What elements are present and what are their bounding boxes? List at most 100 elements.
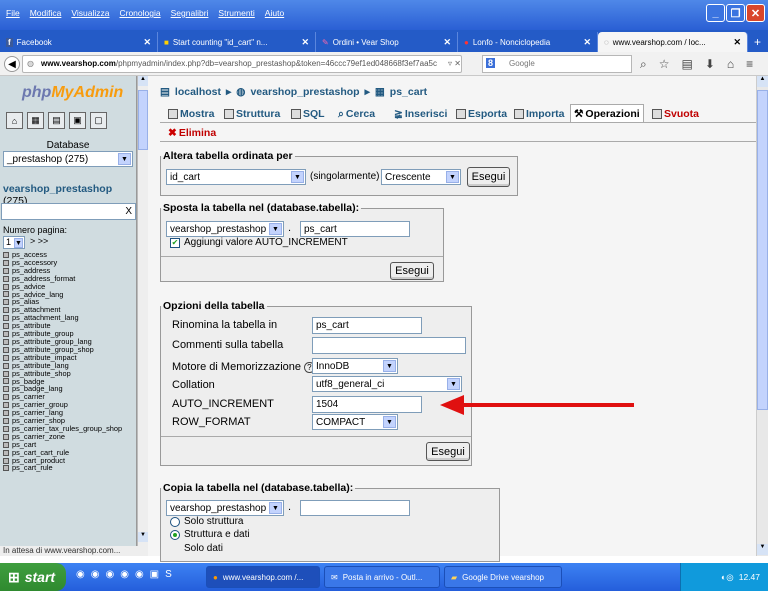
main-scrollbar[interactable]: ▲ ▼ <box>756 76 768 556</box>
search-icon[interactable]: ⌕ <box>640 57 647 72</box>
download-icon[interactable]: ⬇ <box>705 57 715 72</box>
table-icon <box>3 354 9 361</box>
quicklaunch-icon[interactable]: ◉ <box>135 569 144 580</box>
url-bar[interactable]: ◍ www.vearshop.com/phpmyadmin/index.php?… <box>22 55 462 73</box>
tray-icon[interactable]: ◐◎ <box>721 572 734 583</box>
rowformat-select[interactable]: COMPACT ▼ <box>312 414 398 430</box>
taskbar-item-outlook[interactable]: ✉ Posta in arrivo - Outl... <box>324 566 440 588</box>
docs-icon[interactable]: ▣ <box>69 112 86 129</box>
scroll-thumb[interactable] <box>138 90 148 150</box>
home-icon[interactable]: ⌂ <box>727 57 734 72</box>
order-direction-select[interactable]: Crescente ▼ <box>381 169 461 185</box>
radio-structure-only-label: Solo struttura <box>184 516 244 527</box>
url-dropdown-icon[interactable]: ▿ ✕ <box>448 59 461 68</box>
radio-structure-only[interactable] <box>170 517 180 527</box>
search-box[interactable]: 8 Google <box>482 55 632 73</box>
quicklaunch-icon[interactable]: S <box>165 569 172 580</box>
query-window-icon[interactable]: ▦ <box>27 112 44 129</box>
tab-cerca[interactable]: ⌕ Cerca <box>338 107 375 121</box>
order-submit-button[interactable]: Esegui <box>467 167 510 187</box>
browser-tab-start-counting[interactable]: ■ Start counting "id_cart" n... ✕ <box>158 32 316 52</box>
move-table-input[interactable]: ps_cart <box>300 221 410 237</box>
move-submit-button[interactable]: Esegui <box>390 262 434 280</box>
dot-separator: . <box>288 222 292 234</box>
autoincrement-input[interactable]: 1504 <box>312 396 422 413</box>
browser-tab-lonfo[interactable]: ● Lonfo - Nonciclopedia ✕ <box>458 32 598 52</box>
tab-inserisci[interactable]: ≩ Inserisci <box>394 107 447 121</box>
home-icon[interactable]: ⌂ <box>6 112 23 129</box>
menu-aiuto[interactable]: Aiuto <box>265 8 284 24</box>
scroll-down-icon[interactable]: ▼ <box>138 532 148 542</box>
new-tab-button[interactable]: + <box>748 32 768 52</box>
menu-modifica[interactable]: Modifica <box>30 8 62 24</box>
menu-strumenti[interactable]: Strumenti <box>218 8 254 24</box>
quicklaunch-icon[interactable]: ▣ <box>150 569 159 580</box>
autoinc-checkbox[interactable]: ✔ <box>170 238 180 248</box>
menu-icon[interactable]: ≡ <box>746 57 753 72</box>
database-select[interactable]: _prestashop (275) ▼ <box>3 151 133 167</box>
rename-input[interactable]: ps_cart <box>312 317 422 334</box>
engine-select[interactable]: InnoDB ▼ <box>312 358 398 374</box>
breadcrumb-database[interactable]: vearshop_prestashop <box>250 86 359 98</box>
order-column-select[interactable]: id_cart ▼ <box>166 169 306 185</box>
sidebar-table-item[interactable]: ps_cart_rule <box>3 464 122 472</box>
tab-esporta[interactable]: Esporta <box>456 107 507 121</box>
comment-input[interactable] <box>312 337 466 354</box>
singly-label: (singolarmente) <box>310 171 380 182</box>
collation-select[interactable]: utf8_general_ci ▼ <box>312 376 462 392</box>
phpmyadmin-logo[interactable]: phpMyAdmin <box>22 84 123 102</box>
quicklaunch-icon[interactable]: ◉ <box>76 569 85 580</box>
options-submit-button[interactable]: Esegui <box>426 442 470 461</box>
bookmark-star-icon[interactable]: ☆ <box>659 57 670 72</box>
close-tab-icon[interactable]: ✕ <box>143 37 151 48</box>
close-tab-icon[interactable]: ✕ <box>301 37 309 48</box>
tab-sql[interactable]: SQL <box>291 107 325 121</box>
clear-filter-button[interactable]: X <box>125 206 132 217</box>
breadcrumb-separator: ▸ <box>226 86 232 98</box>
quicklaunch-icon[interactable]: ◉ <box>105 569 114 580</box>
menu-cronologia[interactable]: Cronologia <box>119 8 160 24</box>
tab-importa[interactable]: Importa <box>514 107 565 121</box>
scroll-up-icon[interactable]: ▲ <box>757 76 768 87</box>
taskbar-item-gdrive[interactable]: ▰ Google Drive vearshop <box>444 566 562 588</box>
help-icon[interactable]: ▢ <box>90 112 107 129</box>
menu-file[interactable]: File <box>6 8 20 24</box>
sql-icon[interactable]: ▤ <box>48 112 65 129</box>
breadcrumb-table[interactable]: ps_cart <box>390 86 427 98</box>
scroll-down-icon[interactable]: ▼ <box>757 544 768 555</box>
close-tab-icon[interactable]: ✕ <box>443 37 451 48</box>
maximize-button[interactable]: ❐ <box>726 4 745 22</box>
start-button[interactable]: ⊞ start <box>0 563 66 591</box>
scroll-thumb[interactable] <box>757 90 768 410</box>
move-database-select[interactable]: vearshop_prestashop ▼ <box>166 221 284 237</box>
quicklaunch-icon[interactable]: ◉ <box>120 569 129 580</box>
radio-structure-data[interactable] <box>170 530 180 540</box>
minimize-button[interactable]: _ <box>706 4 725 22</box>
back-button[interactable]: ◀ <box>4 56 20 72</box>
taskbar-item-firefox[interactable]: ● www.vearshop.com /... <box>206 566 320 588</box>
table-filter-input[interactable]: X <box>1 203 136 220</box>
close-tab-icon[interactable]: ✕ <box>733 37 741 48</box>
bookmarks-list-icon[interactable]: ▤ <box>682 57 693 72</box>
scroll-up-icon[interactable]: ▲ <box>138 76 148 86</box>
menu-visualizza[interactable]: Visualizza <box>71 8 109 24</box>
browser-tab-ordini[interactable]: ✎ Ordini • Vear Shop ✕ <box>316 32 458 52</box>
menu-segnalibri[interactable]: Segnalibri <box>171 8 209 24</box>
page-number-select[interactable]: 1 ▼ <box>3 236 25 249</box>
toolbar-icons: ⌕ ☆ ▤ ⬇ ⌂ ≡ <box>640 57 753 72</box>
browser-tab-facebook[interactable]: f Facebook ✕ <box>0 32 158 52</box>
breadcrumb-server[interactable]: localhost <box>175 86 221 98</box>
browser-tab-phpmyadmin[interactable]: ◌ www.vearshop.com / loc... ✕ <box>598 32 748 52</box>
copy-table-input[interactable] <box>300 500 410 516</box>
tab-elimina[interactable]: ✖ Elimina <box>168 126 216 140</box>
copy-database-select[interactable]: vearshop_prestashop ▼ <box>166 500 284 516</box>
tab-mostra[interactable]: Mostra <box>168 107 214 121</box>
page-nav-links[interactable]: > >> <box>30 236 48 246</box>
tab-operazioni[interactable]: ⚒ Operazioni <box>570 104 644 122</box>
quicklaunch-icon[interactable]: ◉ <box>91 569 100 580</box>
sidebar-scrollbar[interactable]: ▲ ▼ <box>137 76 148 546</box>
tab-struttura[interactable]: Struttura <box>224 107 280 121</box>
close-tab-icon[interactable]: ✕ <box>583 37 591 48</box>
tab-svuota[interactable]: Svuota <box>652 107 699 121</box>
close-window-button[interactable]: ✕ <box>746 4 765 22</box>
